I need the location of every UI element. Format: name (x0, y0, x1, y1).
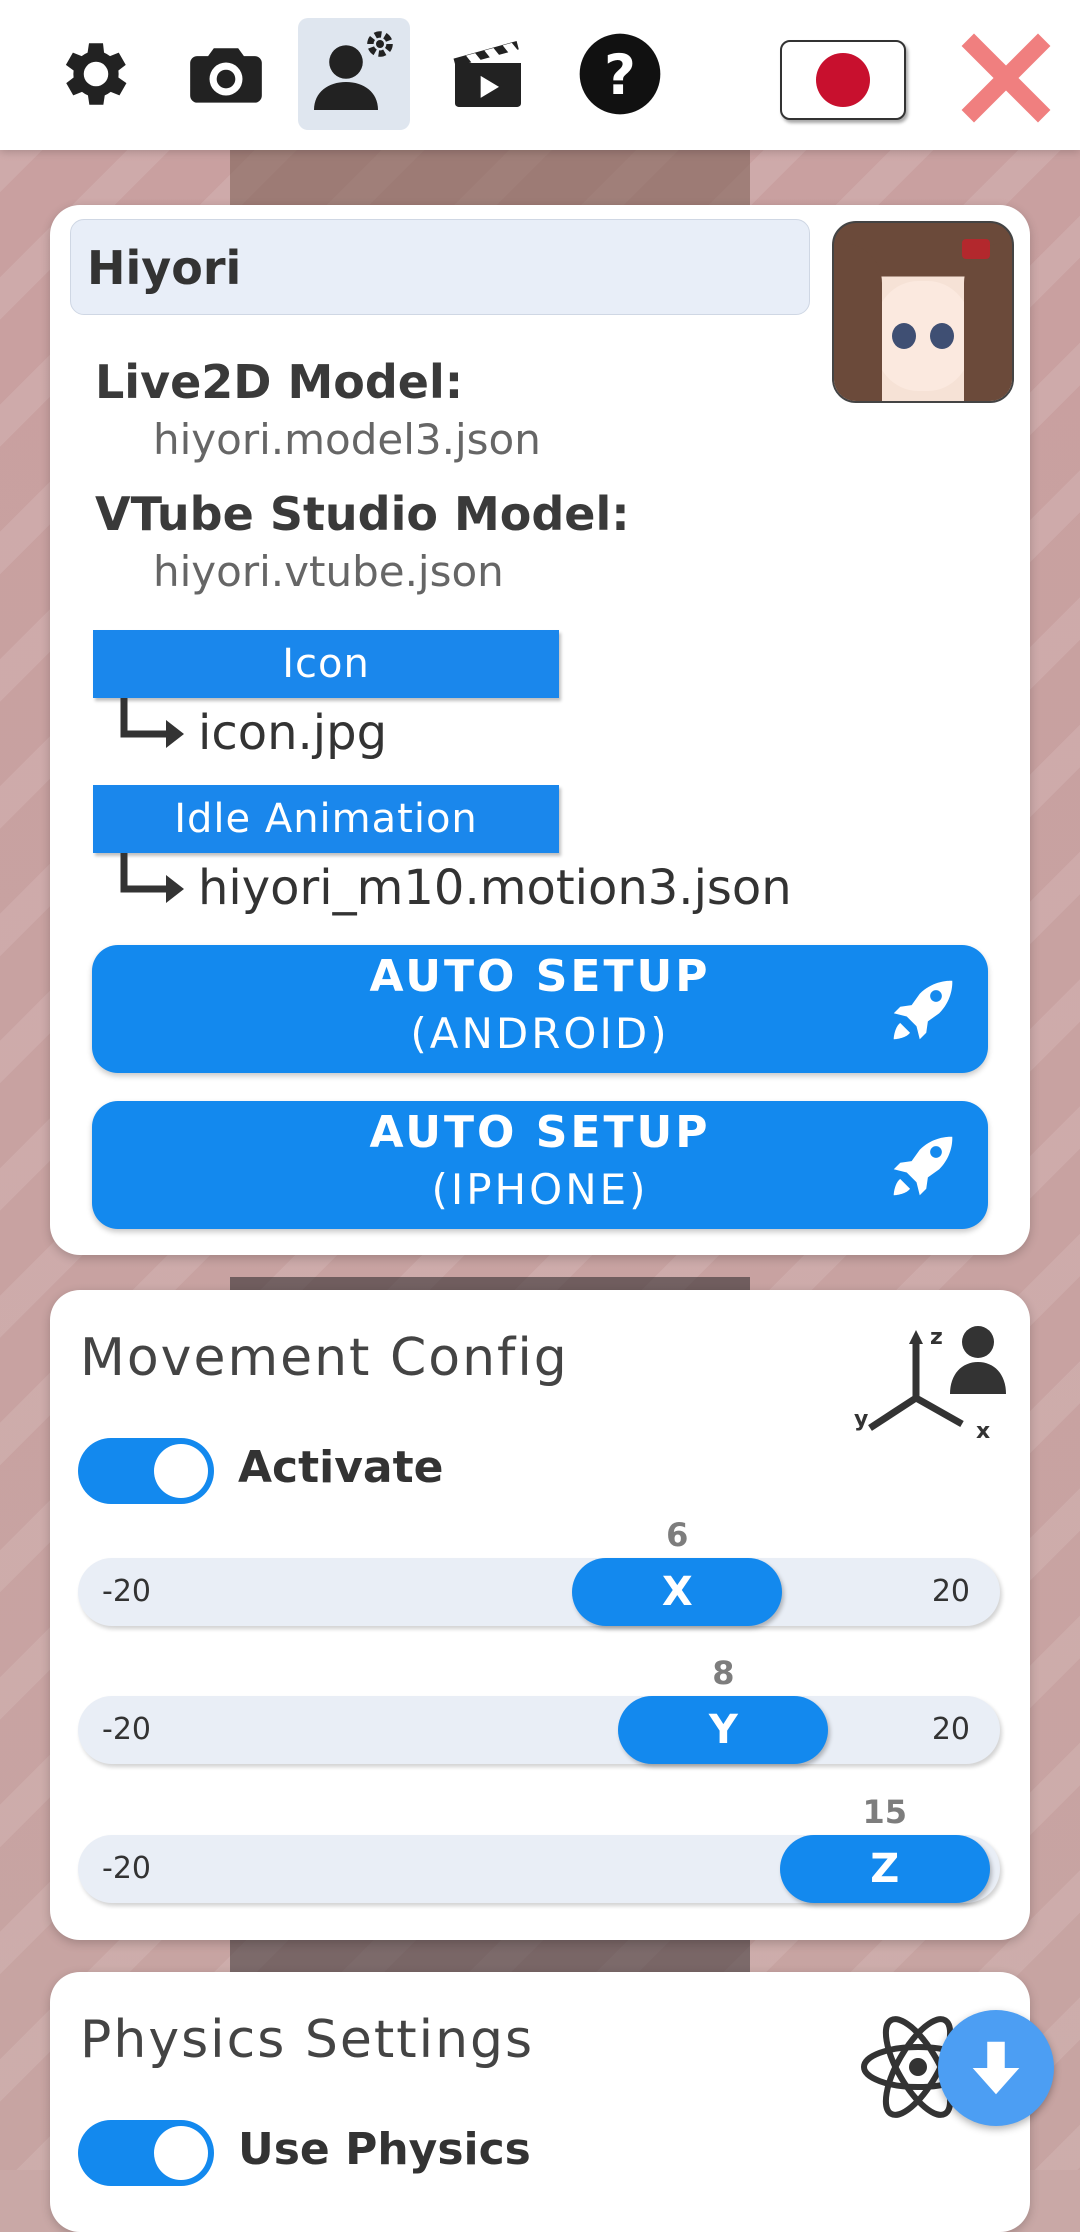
help-icon: ? (579, 33, 661, 115)
scroll-down-button[interactable] (938, 2010, 1054, 2126)
avatar-hair-right (964, 243, 1012, 401)
vtube-model-value: hiyori.vtube.json (153, 547, 504, 596)
avatar-hair-left (834, 243, 882, 401)
vtube-model-label: VTube Studio Model: (95, 487, 630, 541)
x-slider-min: -20 (102, 1574, 151, 1609)
toggle-knob (154, 2126, 208, 2180)
model-info-card: Hiyori Live2D Model: hiyori.model3.json … (50, 205, 1030, 1255)
svg-text:z: z (930, 1325, 943, 1350)
xyz-axes-person-icon: z y x (854, 1325, 1006, 1444)
model-avatar[interactable] (832, 221, 1014, 403)
idle-animation-value: hiyori_m10.motion3.json (198, 860, 792, 916)
arrow-down-icon (972, 2041, 1020, 2095)
avatar-eye-right (930, 323, 954, 349)
clapperboard-icon (453, 41, 521, 107)
z-slider-thumb[interactable]: Z (779, 1835, 990, 1903)
use-physics-label: Use Physics (238, 2124, 531, 2175)
y-slider-thumb[interactable]: Y (618, 1696, 829, 1764)
rocket-icon (893, 1136, 953, 1196)
physics-settings-card: Physics Settings Use Physics (50, 1972, 1030, 2232)
language-button[interactable] (780, 40, 906, 120)
model-settings-icon (314, 31, 393, 110)
camera-button[interactable] (170, 18, 282, 130)
avatar-face (874, 281, 972, 391)
x-slider-thumb[interactable]: X (572, 1558, 783, 1626)
y-slider[interactable]: -20 20 Y (78, 1696, 1000, 1764)
x-slider-max: 20 (931, 1574, 970, 1609)
live2d-model-value: hiyori.model3.json (153, 415, 541, 464)
auto-setup-android-line1: AUTO SETUP (369, 951, 711, 1002)
movement-config-card: Movement Config z y x Activate 6 -20 20 … (50, 1290, 1030, 1940)
live2d-model-label: Live2D Model: (95, 355, 464, 409)
toggle-knob (154, 1444, 208, 1498)
recording-button[interactable] (432, 18, 544, 130)
avatar-ribbon (962, 239, 990, 259)
activate-label: Activate (238, 1442, 444, 1493)
gear-icon (65, 43, 127, 105)
avatar-eye-left (892, 323, 916, 349)
icon-select-button[interactable]: Icon (93, 630, 559, 698)
auto-setup-android-button[interactable]: AUTO SETUP (ANDROID) (92, 945, 988, 1073)
y-slider-min: -20 (102, 1712, 151, 1747)
use-physics-toggle[interactable] (78, 2120, 214, 2186)
z-slider[interactable]: -20 20 Z (78, 1835, 1000, 1903)
auto-setup-android-line2: (ANDROID) (410, 1009, 670, 1058)
idle-animation-button[interactable]: Idle Animation (93, 785, 559, 853)
return-arrow-icon (120, 698, 184, 748)
z-slider-value: 15 (862, 1793, 908, 1831)
x-slider[interactable]: -20 20 X (78, 1558, 1000, 1626)
movement-config-title: Movement Config (80, 1328, 569, 1388)
close-icon[interactable] (958, 30, 1054, 126)
model-settings-button[interactable] (298, 18, 410, 130)
rocket-icon (893, 980, 953, 1040)
icon-file-value: icon.jpg (198, 705, 388, 761)
top-toolbar: ? (0, 0, 1080, 150)
y-slider-value: 8 (712, 1654, 735, 1692)
y-slider-max: 20 (931, 1712, 970, 1747)
physics-settings-title: Physics Settings (80, 2010, 535, 2070)
settings-button[interactable] (40, 18, 152, 130)
auto-setup-iphone-line2: (IPHONE) (431, 1165, 649, 1214)
japan-flag-icon (816, 53, 870, 107)
help-button[interactable]: ? (564, 18, 676, 130)
svg-text:y: y (854, 1407, 868, 1432)
auto-setup-iphone-button[interactable]: AUTO SETUP (IPHONE) (92, 1101, 988, 1229)
camera-icon (190, 48, 262, 103)
svg-text:x: x (976, 1419, 990, 1444)
model-name-field[interactable]: Hiyori (70, 219, 810, 315)
activate-toggle[interactable] (78, 1438, 214, 1504)
z-slider-min: -20 (102, 1851, 151, 1886)
svg-text:?: ? (604, 43, 636, 107)
auto-setup-iphone-line1: AUTO SETUP (369, 1107, 711, 1158)
x-slider-value: 6 (666, 1516, 689, 1554)
return-arrow-icon (120, 853, 184, 903)
